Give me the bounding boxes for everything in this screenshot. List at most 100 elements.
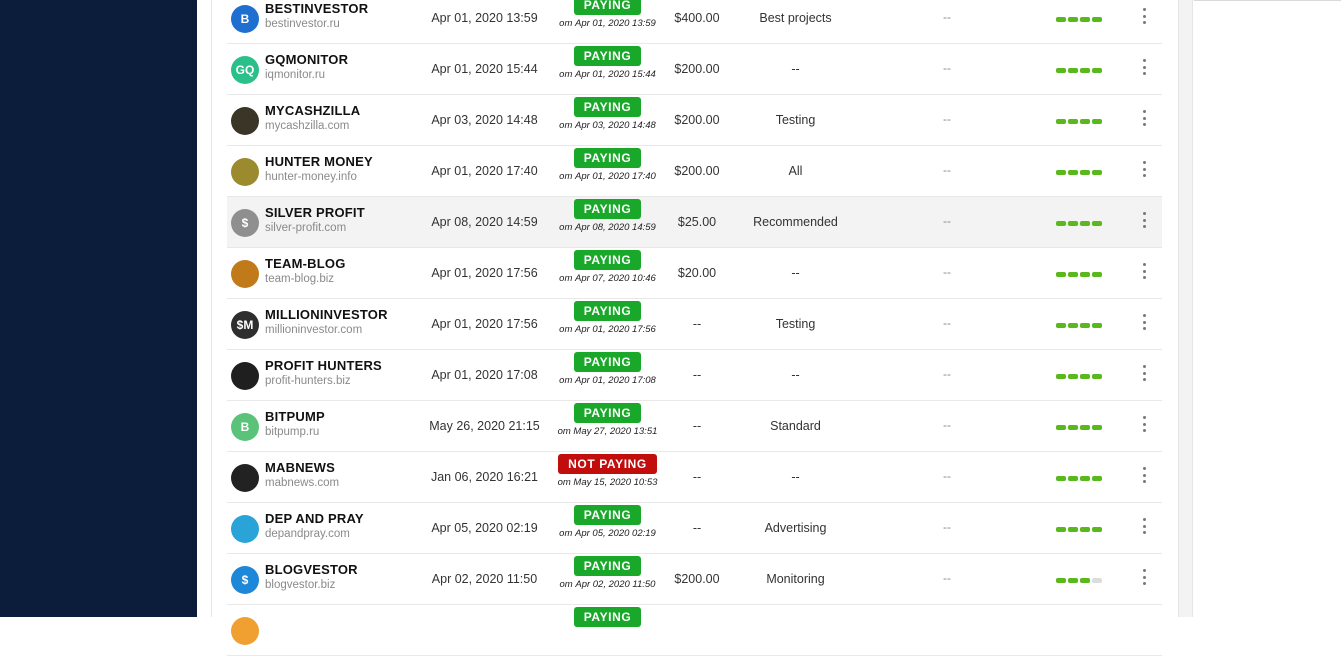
- project-name[interactable]: SILVER PROFIT: [265, 205, 365, 220]
- plan-label: --: [791, 266, 800, 280]
- extra-value: --: [943, 214, 951, 228]
- project-name[interactable]: GQMONITOR: [265, 52, 348, 67]
- project-name[interactable]: BLOGVESTOR: [265, 562, 358, 577]
- project-name[interactable]: TEAM-BLOG: [265, 256, 346, 271]
- silver-profit-logo-icon[interactable]: $: [231, 209, 259, 237]
- more-options-icon[interactable]: [1139, 314, 1149, 330]
- project-name[interactable]: MABNEWS: [265, 460, 335, 475]
- rating-segment: [1068, 119, 1078, 124]
- deposit-amount: $200.00: [674, 113, 720, 127]
- more-options-icon[interactable]: [1139, 8, 1149, 24]
- hunter-money-logo-icon[interactable]: [231, 158, 259, 186]
- table-row[interactable]: PAYING: [227, 605, 1162, 656]
- next-row-logo-icon[interactable]: [231, 617, 259, 645]
- right-divider: [1194, 0, 1341, 2]
- gqmonitor-logo-icon[interactable]: GQ: [231, 56, 259, 84]
- status-cell: PAYING от Apr 01, 2020 17:08: [555, 352, 660, 386]
- logo-glyph: $: [241, 573, 249, 587]
- table-row[interactable]: MYCASHZILLA mycashzilla.com Apr 03, 2020…: [227, 95, 1162, 146]
- more-options-icon[interactable]: [1139, 416, 1149, 432]
- project-domain[interactable]: silver-profit.com: [265, 222, 346, 234]
- status-cell: PAYING от Apr 02, 2020 11:50: [555, 556, 660, 590]
- project-name[interactable]: MILLIONINVESTOR: [265, 307, 388, 322]
- more-options-icon[interactable]: [1139, 110, 1149, 126]
- table-row[interactable]: B BESTINVESTOR bestinvestor.ru Apr 01, 2…: [227, 0, 1162, 44]
- table-row[interactable]: $ SILVER PROFIT silver-profit.com Apr 08…: [227, 197, 1162, 248]
- rating-segment: [1092, 68, 1102, 73]
- more-options-icon[interactable]: [1139, 59, 1149, 75]
- scroll-gutter[interactable]: [1179, 0, 1193, 617]
- team-blog-logo-icon[interactable]: [231, 260, 259, 288]
- project-domain[interactable]: mycashzilla.com: [265, 120, 349, 132]
- bestinvestor-logo-icon[interactable]: B: [231, 5, 259, 33]
- project-domain[interactable]: hunter-money.info: [265, 171, 357, 183]
- more-options-icon[interactable]: [1139, 365, 1149, 381]
- project-domain[interactable]: blogvestor.biz: [265, 579, 335, 591]
- mycashzilla-logo-icon[interactable]: [231, 107, 259, 135]
- project-domain[interactable]: millioninvestor.com: [265, 324, 362, 336]
- sidebar: [0, 0, 197, 617]
- blogvestor-logo-icon[interactable]: $: [231, 566, 259, 594]
- dep-and-pray-logo-icon[interactable]: [231, 515, 259, 543]
- status-since: от Apr 07, 2020 10:46: [559, 273, 656, 284]
- status-badge: PAYING: [573, 505, 642, 525]
- table-row[interactable]: GQ GQMONITOR iqmonitor.ru Apr 01, 2020 1…: [227, 44, 1162, 95]
- mabnews-logo-icon[interactable]: [231, 464, 259, 492]
- table-row[interactable]: $M MILLIONINVESTOR millioninvestor.com A…: [227, 299, 1162, 350]
- project-domain[interactable]: bestinvestor.ru: [265, 18, 340, 30]
- rating-segment: [1080, 17, 1090, 22]
- rating-segment: [1080, 578, 1090, 583]
- table-row[interactable]: TEAM-BLOG team-blog.biz Apr 01, 2020 17:…: [227, 248, 1162, 299]
- status-since: от Apr 01, 2020 15:44: [559, 69, 656, 80]
- rating-segment: [1092, 425, 1102, 430]
- project-domain[interactable]: iqmonitor.ru: [265, 69, 325, 81]
- status-badge: PAYING: [573, 46, 642, 66]
- table-row[interactable]: $ BLOGVESTOR blogvestor.biz Apr 02, 2020…: [227, 554, 1162, 605]
- project-domain[interactable]: depandpray.com: [265, 528, 350, 540]
- rating-segment: [1092, 170, 1102, 175]
- project-name[interactable]: DEP AND PRAY: [265, 511, 364, 526]
- rating-bar: [1056, 170, 1102, 175]
- project-name[interactable]: MYCASHZILLA: [265, 103, 360, 118]
- rating-segment: [1092, 476, 1102, 481]
- project-domain[interactable]: team-blog.biz: [265, 273, 334, 285]
- project-domain[interactable]: profit-hunters.biz: [265, 375, 351, 387]
- status-since: от Apr 01, 2020 13:59: [559, 18, 656, 29]
- rating-segment: [1092, 272, 1102, 277]
- project-domain[interactable]: bitpump.ru: [265, 426, 319, 438]
- status-since: от Apr 05, 2020 02:19: [559, 528, 656, 539]
- status-cell: PAYING от Apr 05, 2020 02:19: [555, 505, 660, 539]
- status-cell: NOT PAYING от May 15, 2020 10:53: [555, 454, 660, 488]
- more-options-icon[interactable]: [1139, 518, 1149, 534]
- more-options-icon[interactable]: [1139, 161, 1149, 177]
- more-options-icon[interactable]: [1139, 569, 1149, 585]
- profit-hunters-logo-icon[interactable]: [231, 362, 259, 390]
- project-name[interactable]: HUNTER MONEY: [265, 154, 373, 169]
- more-options-icon[interactable]: [1139, 263, 1149, 279]
- rating-bar: [1056, 425, 1102, 430]
- table-row[interactable]: DEP AND PRAY depandpray.com Apr 05, 2020…: [227, 503, 1162, 554]
- more-options-icon[interactable]: [1139, 467, 1149, 483]
- extra-value: --: [943, 265, 951, 279]
- project-name[interactable]: BESTINVESTOR: [265, 1, 368, 16]
- millioninvestor-logo-icon[interactable]: $M: [231, 311, 259, 339]
- rating-segment: [1092, 527, 1102, 532]
- project-name[interactable]: PROFIT HUNTERS: [265, 358, 382, 373]
- table-row[interactable]: PROFIT HUNTERS profit-hunters.biz Apr 01…: [227, 350, 1162, 401]
- logo-glyph: $M: [236, 318, 254, 332]
- bitpump-logo-icon[interactable]: B: [231, 413, 259, 441]
- project-domain[interactable]: mabnews.com: [265, 477, 339, 489]
- table-row[interactable]: B BITPUMP bitpump.ru May 26, 2020 21:15 …: [227, 401, 1162, 452]
- table-row[interactable]: HUNTER MONEY hunter-money.info Apr 01, 2…: [227, 146, 1162, 197]
- rating-segment: [1056, 68, 1066, 73]
- project-name[interactable]: BITPUMP: [265, 409, 325, 424]
- status-badge: PAYING: [573, 607, 642, 627]
- logo-glyph: B: [240, 12, 250, 26]
- extra-value: --: [943, 520, 951, 534]
- table-row[interactable]: MABNEWS mabnews.com Jan 06, 2020 16:21 N…: [227, 452, 1162, 503]
- more-options-icon[interactable]: [1139, 212, 1149, 228]
- status-badge: PAYING: [573, 556, 642, 576]
- rating-segment: [1092, 221, 1102, 226]
- plan-label: Recommended: [753, 215, 838, 229]
- status-cell: PAYING от Apr 01, 2020 13:59: [555, 0, 660, 29]
